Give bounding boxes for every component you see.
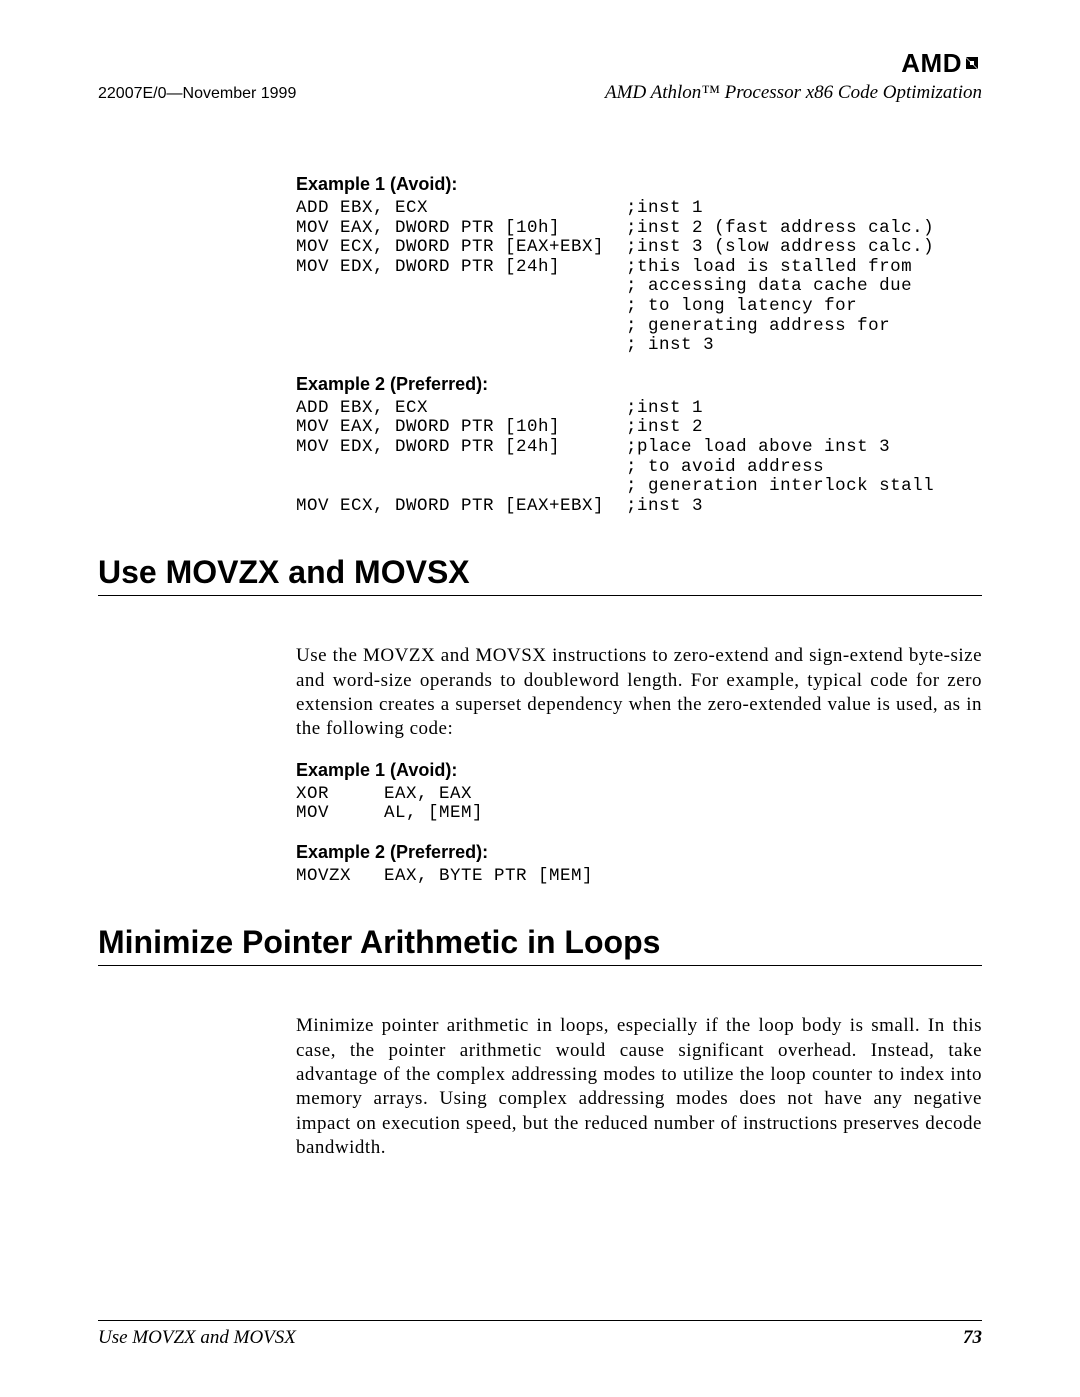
- logo-arrow-icon: [962, 49, 982, 80]
- doc-title: AMD Athlon™ Processor x86 Code Optimizat…: [605, 82, 982, 104]
- footer-section-title: Use MOVZX and MOVSX: [98, 1327, 296, 1349]
- section-heading-movzx: Use MOVZX and MOVSX: [98, 554, 982, 591]
- page-number: 73: [963, 1327, 982, 1349]
- example-block-1: Example 1 (Avoid): ADD EBX, ECX ;inst 1 …: [296, 174, 982, 516]
- code-block: XOR EAX, EAX MOV AL, [MEM]: [296, 785, 982, 824]
- code-block: ADD EBX, ECX ;inst 1 MOV EAX, DWORD PTR …: [296, 199, 982, 356]
- amd-logo: AMD: [901, 48, 982, 79]
- page-header: 22007E/0—November 1999 AMD Athlon™ Proce…: [98, 82, 982, 104]
- example-title: Example 2 (Preferred):: [296, 374, 982, 395]
- section-rule: [98, 595, 982, 596]
- example-title: Example 2 (Preferred):: [296, 842, 982, 863]
- section-heading-pointer: Minimize Pointer Arithmetic in Loops: [98, 924, 982, 961]
- logo-text: AMD: [901, 48, 962, 78]
- example-title: Example 1 (Avoid):: [296, 760, 982, 781]
- code-block: MOVZX EAX, BYTE PTR [MEM]: [296, 867, 982, 887]
- body-paragraph: Use the MOVZX and MOVSX instructions to …: [296, 644, 982, 741]
- section-rule: [98, 965, 982, 966]
- code-block: ADD EBX, ECX ;inst 1 MOV EAX, DWORD PTR …: [296, 399, 982, 517]
- example-title: Example 1 (Avoid):: [296, 174, 982, 195]
- doc-id: 22007E/0—November 1999: [98, 85, 296, 103]
- body-paragraph: Minimize pointer arithmetic in loops, es…: [296, 1014, 982, 1160]
- example-block-2: Example 1 (Avoid): XOR EAX, EAX MOV AL, …: [296, 760, 982, 887]
- page-footer: Use MOVZX and MOVSX 73: [98, 1320, 982, 1349]
